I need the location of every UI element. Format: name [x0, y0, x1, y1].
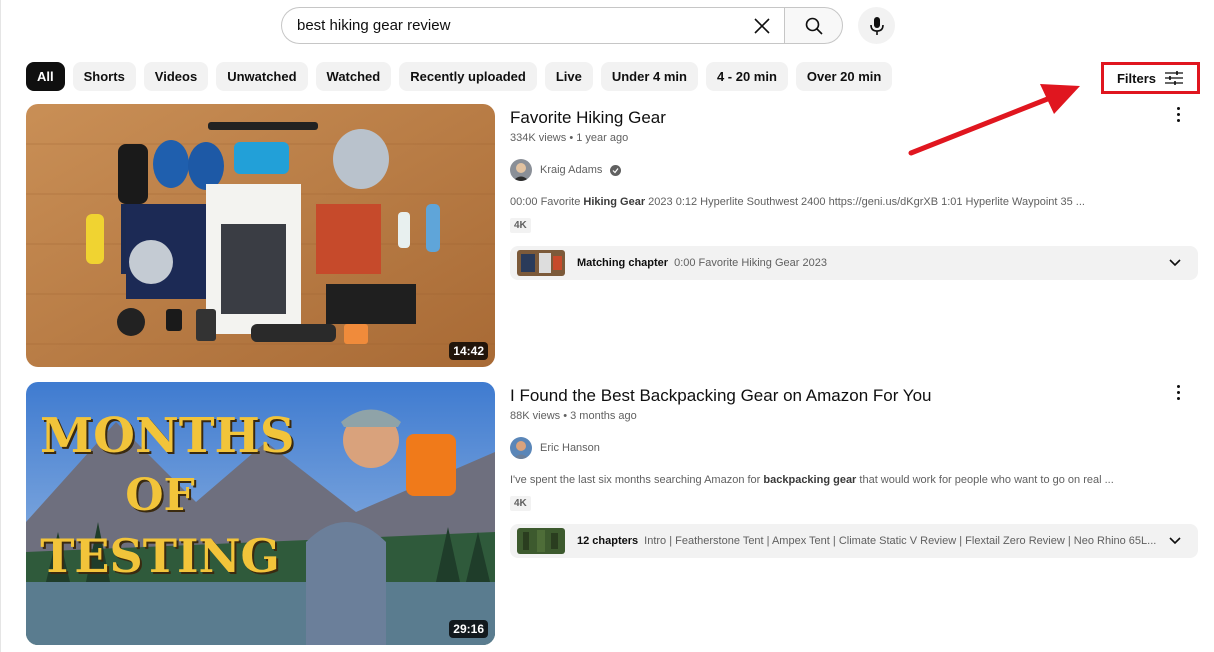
description-text: I've spent the last six months searching…: [510, 474, 764, 486]
search-bar: best hiking gear review: [281, 7, 843, 44]
verified-icon: [610, 164, 622, 176]
quality-badge: 4K: [510, 218, 531, 233]
video-meta: 88K views • 3 months ago: [510, 410, 1200, 422]
search-icon: [805, 17, 823, 35]
description-highlight: Hiking Gear: [583, 196, 646, 208]
chapter-label: 12 chapters: [577, 535, 639, 547]
video-duration: 14:42: [449, 342, 488, 360]
clear-search-button[interactable]: [750, 14, 774, 38]
close-icon: [754, 18, 770, 34]
chevron-down-icon[interactable]: [1168, 256, 1182, 270]
upload-age: 1 year ago: [576, 132, 629, 144]
search-input[interactable]: best hiking gear review: [281, 7, 784, 44]
description-text: 00:00 Favorite: [510, 196, 584, 208]
channel-avatar[interactable]: [510, 437, 532, 459]
voice-search-button[interactable]: [858, 7, 895, 44]
chapter-text: Intro | Featherstone Tent | Ampex Tent |…: [644, 535, 1157, 547]
chapter-label: Matching chapter: [577, 257, 669, 269]
view-count: 88K views: [510, 410, 561, 422]
chapter-text: 0:00 Favorite Hiking Gear 2023: [674, 257, 827, 269]
hiking-gear-flatlay-thumbnail: [26, 104, 495, 367]
video-result: 14:42 Favorite Hiking Gear 334K views • …: [26, 104, 1200, 367]
chip-shorts[interactable]: Shorts: [72, 62, 136, 91]
video-info: I Found the Best Backpacking Gear on Ama…: [510, 382, 1200, 558]
quality-badge: 4K: [510, 496, 531, 511]
description-text: that would work for people who want to g…: [856, 474, 1114, 486]
chevron-down-icon[interactable]: [1168, 534, 1182, 548]
chip-under-4-min[interactable]: Under 4 min: [600, 62, 698, 91]
video-info: Favorite Hiking Gear 334K views • 1 year…: [510, 104, 1200, 280]
channel-row[interactable]: Kraig Adams: [510, 159, 1200, 181]
chip-unwatched[interactable]: Unwatched: [216, 62, 308, 91]
channel-row[interactable]: Eric Hanson: [510, 437, 1200, 459]
view-count: 334K views: [510, 132, 567, 144]
channel-name[interactable]: Kraig Adams: [540, 164, 602, 176]
video-title[interactable]: Favorite Hiking Gear: [510, 107, 1200, 129]
thumbnail-text-line: OF: [125, 470, 195, 521]
avatar-image: [510, 159, 532, 181]
more-options-button[interactable]: [1168, 104, 1188, 124]
chip-recently-uploaded[interactable]: Recently uploaded: [399, 62, 537, 91]
chip-live[interactable]: Live: [544, 62, 593, 91]
chapter-bar[interactable]: Matching chapter 0:00 Favorite Hiking Ge…: [510, 246, 1198, 280]
avatar-image: [510, 437, 532, 459]
channel-name[interactable]: Eric Hanson: [540, 442, 600, 454]
sliders-icon: [1165, 71, 1183, 85]
video-duration: 29:16: [449, 620, 488, 638]
filter-chips: All Shorts Videos Unwatched Watched Rece…: [26, 62, 893, 91]
microphone-icon: [869, 16, 884, 35]
thumbnail-text-overlay: MONTHS OF TESTING: [40, 406, 295, 586]
filters-button[interactable]: Filters: [1101, 62, 1200, 94]
chip-4-20-min[interactable]: 4 - 20 min: [705, 62, 788, 91]
thumbnail-text-line: MONTHS: [40, 408, 295, 464]
video-result: MONTHS OF TESTING 29:16 I Found the Best…: [26, 382, 1200, 645]
video-description: 00:00 Favorite Hiking Gear 2023 0:12 Hyp…: [510, 196, 1200, 208]
video-description: I've spent the last six months searching…: [510, 474, 1200, 486]
video-title[interactable]: I Found the Best Backpacking Gear on Ama…: [510, 385, 1200, 407]
channel-avatar[interactable]: [510, 159, 532, 181]
chapter-bar[interactable]: 12 chapters Intro | Featherstone Tent | …: [510, 524, 1198, 558]
search-button[interactable]: [784, 7, 843, 44]
chapter-thumbnail: [517, 528, 565, 554]
chip-all[interactable]: All: [26, 62, 65, 91]
video-thumbnail[interactable]: 14:42: [26, 104, 495, 367]
upload-age: 3 months ago: [570, 410, 637, 422]
chip-watched[interactable]: Watched: [315, 62, 392, 91]
chip-videos[interactable]: Videos: [143, 62, 209, 91]
more-options-button[interactable]: [1168, 382, 1188, 402]
description-text: 2023 0:12 Hyperlite Southwest 2400 https…: [645, 196, 1085, 208]
chip-over-20-min[interactable]: Over 20 min: [795, 62, 893, 91]
chapter-thumbnail: [517, 250, 565, 276]
description-highlight: backpacking gear: [763, 474, 857, 486]
video-thumbnail[interactable]: MONTHS OF TESTING 29:16: [26, 382, 495, 645]
filters-label: Filters: [1116, 70, 1156, 86]
search-query: best hiking gear review: [297, 17, 451, 34]
video-meta: 334K views • 1 year ago: [510, 132, 1200, 144]
thumbnail-text-line: TESTING: [40, 529, 280, 583]
